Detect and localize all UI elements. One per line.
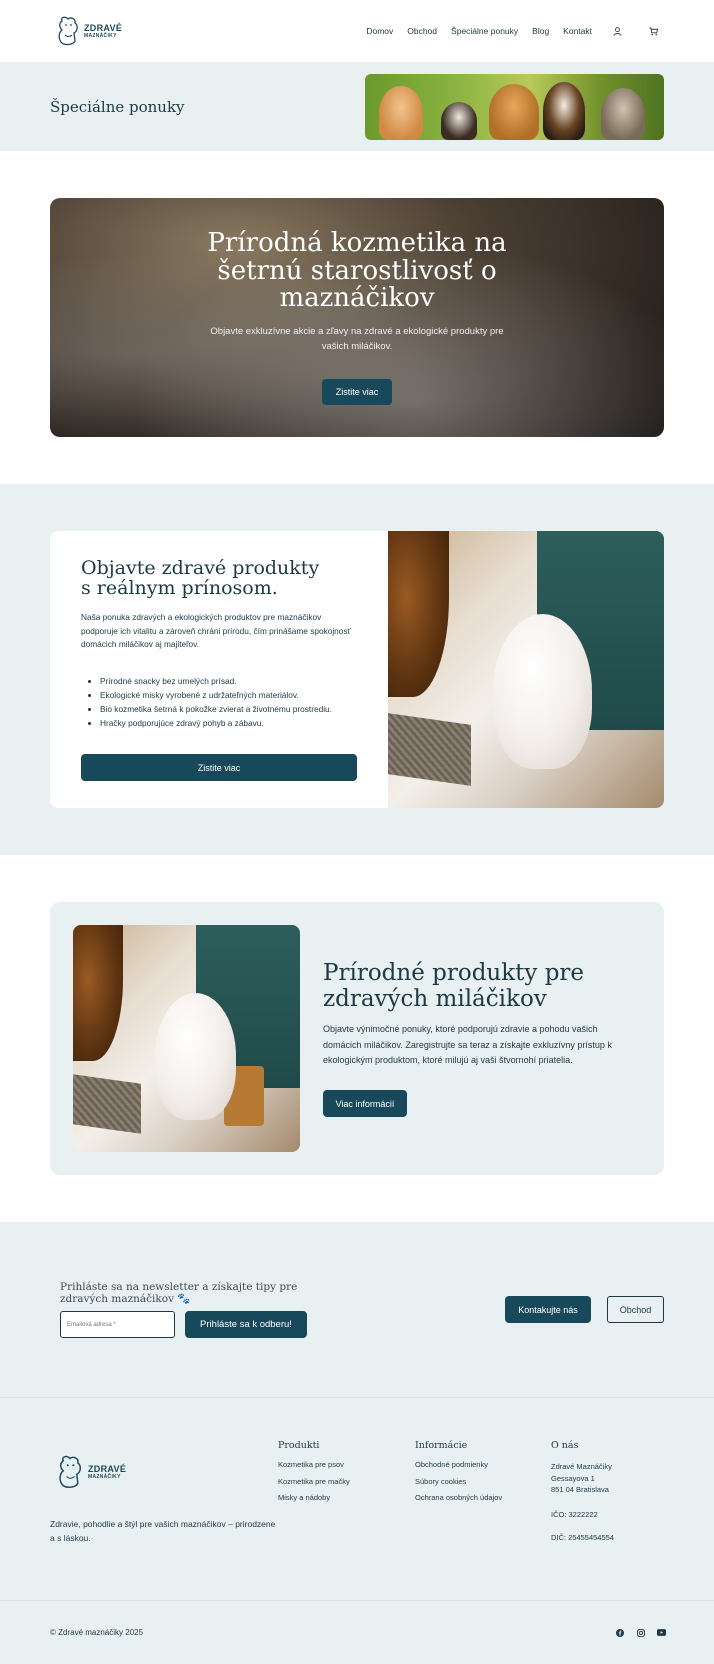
section3-text: Objavte výnimočné ponuky, ktoré podporuj…	[323, 1024, 612, 1066]
nav-special-offers[interactable]: Špeciálne ponuky	[451, 26, 518, 36]
dog-cat-logo-icon	[58, 16, 78, 46]
nav-shop[interactable]: Obchod	[407, 26, 437, 36]
benefits-list: Prírodné snacky bez umelých prísad. Ekol…	[81, 674, 357, 730]
nav-blog[interactable]: Blog	[532, 26, 549, 36]
footer-products-column: Produkti Kozmetika pre psov Kozmetika pr…	[278, 1440, 414, 1511]
youtube-icon[interactable]	[657, 1628, 666, 1637]
page-title-band: Špeciálne ponuky	[0, 62, 714, 151]
hero-cta-button[interactable]: Zistite viac	[322, 378, 392, 405]
natural-products-section: Prírodné produkty pre zdravých miláčikov…	[0, 855, 714, 1222]
pets-banner-image	[365, 73, 664, 140]
logo-line2: MAZNÁČIKY	[88, 1473, 121, 1480]
logo-line2: MAZNÁČIKY	[84, 32, 117, 39]
newsletter-form: Emailová adresa * Prihláste sa k odberu!	[60, 1311, 315, 1339]
address-line: 851 04 Bratislava	[551, 1485, 609, 1495]
site-footer: ZDRAVÉ MAZNÁČIKY Zdravie, pohodlie a štý…	[0, 1397, 714, 1600]
section2-title-line2: s reálnym prínosom.	[81, 576, 278, 599]
footer-link[interactable]: Ochrana osobných údajov	[415, 1494, 550, 1502]
section2-cta-button[interactable]: Zistite viac	[81, 754, 357, 782]
footer-info-column: Informácie Obchodné podmienky Súbory coo…	[415, 1440, 550, 1511]
dog-and-cat-photo-small	[73, 925, 300, 1152]
footer-about-column: O nás Zdravé Maznáčiky Gessayova 1 851 0…	[551, 1440, 671, 1542]
section3-more-info-button[interactable]: Viac informácií	[323, 1090, 407, 1118]
hero-banner: Prírodná kozmetika na šetrnú starostlivo…	[50, 198, 664, 437]
footer-logo[interactable]: ZDRAVÉ MAZNÁČIKY	[56, 1454, 278, 1490]
email-field[interactable]: Emailová adresa *	[60, 1311, 175, 1339]
healthy-products-card: Objavte zdravé produkty s reálnym prínos…	[50, 531, 664, 808]
company-address: Zdravé Maznáčiky Gessayova 1 851 04 Brat…	[551, 1461, 671, 1496]
social-links	[615, 1628, 666, 1637]
benefit-item: Hračky podporujúce zdravý pohyb a zábavu…	[100, 716, 357, 730]
section3-title: Prírodné produkty pre zdravých miláčikov	[323, 959, 585, 1013]
facebook-icon[interactable]	[615, 1628, 624, 1637]
footer-bottom-bar: © Zdravé maznáčiky 2025	[0, 1600, 714, 1664]
benefit-item: Bio kozmetika šetrná k pokožke zvierat a…	[100, 702, 357, 716]
address-line: Zdravé Maznáčiky	[551, 1462, 612, 1471]
footer-products-title: Produkti	[278, 1440, 320, 1451]
benefit-item: Prírodné snacky bez umelých prísad.	[100, 674, 357, 688]
copyright: © Zdravé maznáčiky 2025	[50, 1628, 144, 1637]
hero-title: Prírodná kozmetika na šetrnú starostlivo…	[207, 228, 507, 313]
main-nav: Domov Obchod Špeciálne ponuky Blog Konta…	[366, 26, 664, 36]
newsletter-text: Prihláste sa na newsletter a získajte ti…	[60, 1280, 298, 1305]
logo-line1: ZDRAVÉ	[88, 1463, 127, 1474]
natural-products-card: Prírodné produkty pre zdravých miláčikov…	[50, 902, 664, 1175]
address-line: Gessayova 1	[551, 1473, 595, 1483]
cart-icon[interactable]	[642, 26, 664, 36]
logo-line1: ZDRAVÉ	[84, 22, 123, 33]
instagram-icon[interactable]	[636, 1628, 645, 1637]
newsletter-section: Prihláste sa na newsletter a získajte ti…	[0, 1222, 714, 1397]
benefit-item: Ekologické misky vyrobené z udržateľných…	[100, 688, 357, 702]
user-icon[interactable]	[606, 26, 628, 36]
company-dic: DIČ: 25455454554	[551, 1532, 614, 1542]
site-logo[interactable]: ZDRAVÉ MAZNÁČIKY	[56, 15, 122, 47]
shop-button[interactable]: Obchod	[607, 1296, 664, 1323]
dog-and-cat-photo	[388, 531, 664, 808]
footer-tagline: Zdravie, pohodlie a štýl pre vašich mazn…	[50, 1519, 276, 1543]
page-title: Špeciálne ponuky	[50, 97, 185, 116]
section2-description: Naša ponuka zdravých a ekologických prod…	[81, 611, 351, 650]
section2-title: Objavte zdravé produkty s reálnym prínos…	[81, 557, 357, 599]
subscribe-button[interactable]: Prihláste sa k odberu!	[185, 1311, 307, 1339]
contact-us-button[interactable]: Kontakujte nás	[505, 1296, 591, 1323]
section2-title-line1: Objavte zdravé produkty	[81, 557, 320, 579]
healthy-products-section: Objavte zdravé produkty s reálnym prínos…	[0, 484, 714, 855]
hero-text: Objavte exkluzívne akcie a zľavy na zdra…	[210, 326, 504, 353]
dog-cat-logo-icon	[59, 1455, 81, 1488]
footer-link[interactable]: Súbory cookies	[415, 1477, 550, 1486]
footer-link[interactable]: Kozmetika pre mačky	[278, 1477, 414, 1486]
nav-contact[interactable]: Kontakt	[563, 26, 592, 36]
site-header: ZDRAVÉ MAZNÁČIKY Domov Obchod Špeciálne …	[0, 0, 714, 62]
footer-link[interactable]: Obchodné podmienky	[415, 1461, 550, 1469]
footer-link[interactable]: Kozmetika pre psov	[278, 1461, 414, 1469]
footer-link[interactable]: Misky a nádoby	[278, 1494, 414, 1502]
company-ico: IČO: 3222222	[551, 1509, 598, 1519]
footer-info-title: Informácie	[415, 1440, 468, 1451]
nav-home[interactable]: Domov	[366, 26, 393, 36]
footer-about-title: O nás	[551, 1440, 579, 1451]
hero-section: Prírodná kozmetika na šetrnú starostlivo…	[0, 151, 714, 484]
